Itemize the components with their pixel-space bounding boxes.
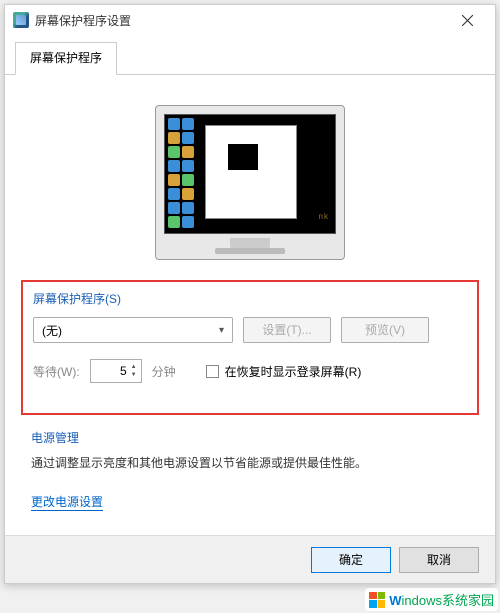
resume-checkbox-wrap[interactable]: 在恢复时显示登录屏幕(R)	[206, 363, 362, 380]
dialog-body: nk 屏幕保护程序(S) (无) ▾ 设置(T)... 预览(V) 等待(W):…	[5, 75, 495, 519]
screensaver-row-1: (无) ▾ 设置(T)... 预览(V)	[33, 317, 467, 343]
resume-checkbox-label: 在恢复时显示登录屏幕(R)	[225, 363, 362, 380]
watermark: Windows系统家园	[365, 588, 498, 611]
wait-spinner[interactable]: 5 ▲ ▼	[90, 359, 142, 383]
dialog-footer: 确定 取消	[5, 535, 495, 583]
screensaver-row-2: 等待(W): 5 ▲ ▼ 分钟 在恢复时显示登录屏幕(R)	[33, 359, 467, 383]
preview-button[interactable]: 预览(V)	[341, 317, 429, 343]
mini-window	[205, 125, 297, 219]
power-description: 通过调整显示亮度和其他电源设置以节省能源或提供最佳性能。	[31, 454, 469, 473]
dropdown-value: (无)	[42, 322, 62, 339]
settings-button[interactable]: 设置(T)...	[243, 317, 331, 343]
screensaver-group-label: 屏幕保护程序(S)	[33, 290, 467, 307]
monitor-screen: nk	[164, 114, 336, 234]
screensaver-icon	[13, 12, 29, 28]
close-icon	[462, 15, 473, 26]
monitor-base	[215, 248, 285, 254]
resume-checkbox[interactable]	[206, 365, 219, 378]
change-power-link[interactable]: 更改电源设置	[31, 493, 103, 511]
arrow-down-icon[interactable]: ▼	[129, 372, 139, 378]
arrow-up-icon[interactable]: ▲	[129, 364, 139, 370]
watermark-text: Windows系统家园	[389, 590, 494, 609]
settings-dialog: 屏幕保护程序设置 屏幕保护程序 nk	[4, 4, 496, 584]
spinner-arrows[interactable]: ▲ ▼	[129, 361, 139, 381]
minutes-label: 分钟	[152, 363, 176, 380]
monitor-frame: nk	[155, 105, 345, 260]
ok-button[interactable]: 确定	[311, 547, 391, 573]
tabstrip: 屏幕保护程序	[5, 37, 495, 75]
close-button[interactable]	[447, 6, 487, 34]
mini-window-inner	[228, 144, 258, 170]
screensaver-group-highlight: 屏幕保护程序(S) (无) ▾ 设置(T)... 预览(V) 等待(W): 5 …	[21, 280, 479, 415]
monitor-badge: nk	[319, 212, 329, 221]
window-title: 屏幕保护程序设置	[35, 12, 447, 29]
cancel-button[interactable]: 取消	[399, 547, 479, 573]
monitor-stand	[230, 238, 270, 248]
wait-label: 等待(W):	[33, 363, 80, 380]
screensaver-dropdown[interactable]: (无) ▾	[33, 317, 233, 343]
chevron-down-icon: ▾	[219, 325, 224, 336]
windows-logo-icon	[369, 592, 385, 608]
monitor-preview-container: nk	[21, 87, 479, 274]
wait-value: 5	[120, 364, 127, 378]
desktop-icons	[168, 118, 196, 230]
tab-screensaver[interactable]: 屏幕保护程序	[15, 42, 117, 75]
power-title: 电源管理	[31, 429, 469, 446]
titlebar: 屏幕保护程序设置	[5, 5, 495, 35]
power-section: 电源管理 通过调整显示亮度和其他电源设置以节省能源或提供最佳性能。 更改电源设置	[21, 421, 479, 519]
